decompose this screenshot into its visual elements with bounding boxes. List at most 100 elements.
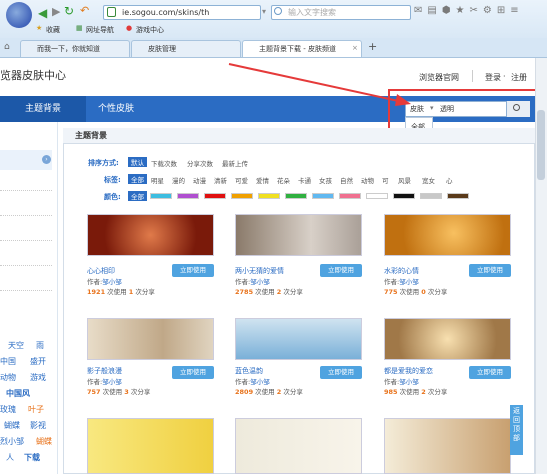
theme-thumbnail[interactable] <box>235 418 362 474</box>
theme-thumbnail[interactable] <box>384 318 511 360</box>
dropdown-arrow-icon[interactable]: ▾ <box>262 7 266 16</box>
color-swatch[interactable] <box>285 193 307 199</box>
theme-thumbnail[interactable] <box>87 214 214 256</box>
new-tab-button[interactable]: + <box>368 40 377 53</box>
tag-link-movie[interactable]: 影视 <box>30 420 46 431</box>
tag-fresh[interactable]: 清新 <box>214 175 227 185</box>
close-icon[interactable]: × <box>352 44 358 52</box>
register-link[interactable]: 注册 <box>511 72 527 83</box>
tag-link-china[interactable]: 中国 <box>0 356 16 367</box>
sort-downloads[interactable]: 下载次数 <box>151 158 177 168</box>
author-link[interactable]: 邹小邹 <box>250 378 270 386</box>
tab-skin-manage[interactable]: 皮肤管理 <box>131 40 241 57</box>
login-link[interactable]: 登录 <box>485 72 501 83</box>
tag-love[interactable]: 爱情 <box>256 175 269 185</box>
theme-name[interactable]: 都是爱我的爱恋 <box>384 366 433 376</box>
author-link[interactable]: 邹小邹 <box>102 378 122 386</box>
tag-link-sky[interactable]: 天空 <box>8 340 24 351</box>
tag-animal[interactable]: 动物 <box>361 175 374 185</box>
browser-search-input[interactable]: 输入文字搜索 <box>271 5 411 20</box>
forward-icon[interactable]: ▶ <box>52 5 60 18</box>
use-theme-button[interactable]: 立即使用 <box>320 264 362 277</box>
tag-flower[interactable]: 花朵 <box>277 175 290 185</box>
theme-name[interactable]: 蓝色温韵 <box>235 366 263 376</box>
color-swatch[interactable] <box>312 193 334 199</box>
theme-name[interactable]: 心心相印 <box>87 266 115 276</box>
tag-link-person[interactable]: 人 <box>6 452 14 463</box>
bookmark-favorites[interactable]: 收藏 <box>46 25 60 35</box>
color-swatch[interactable] <box>231 193 253 199</box>
color-swatch[interactable] <box>447 193 469 199</box>
sort-latest[interactable]: 最新上传 <box>222 158 248 168</box>
use-theme-button[interactable]: 立即使用 <box>469 366 511 379</box>
tag-nature[interactable]: 自然 <box>340 175 353 185</box>
use-theme-button[interactable]: 立即使用 <box>320 366 362 379</box>
tag-heart[interactable]: 心 <box>446 175 453 185</box>
author-link[interactable]: 邹小邹 <box>399 378 419 386</box>
tag-cute[interactable]: 可爱 <box>235 175 248 185</box>
chevron-right-icon[interactable]: › <box>42 155 51 164</box>
theme-name[interactable]: 影子般浪漫 <box>87 366 122 376</box>
tag-cartoon[interactable]: 卡通 <box>298 175 311 185</box>
tag-girl[interactable]: 女孩 <box>319 175 332 185</box>
refresh-icon[interactable]: ↻ <box>64 4 74 18</box>
back-to-top-button[interactable]: 返回顶部 <box>510 405 523 455</box>
tag-link-game[interactable]: 游戏 <box>30 372 46 383</box>
tag-link-rain[interactable]: 雨 <box>36 340 44 351</box>
color-swatch[interactable] <box>150 193 172 199</box>
avatar[interactable] <box>6 2 32 28</box>
nav-personal-skin[interactable]: 个性皮肤 <box>98 96 134 122</box>
tag-link-author[interactable]: 烈小邹 <box>0 436 24 447</box>
color-swatch[interactable] <box>204 193 226 199</box>
color-swatch[interactable] <box>339 193 361 199</box>
undo-icon[interactable]: ↶ <box>80 4 89 17</box>
tag-link-bloom[interactable]: 盛开 <box>30 356 46 367</box>
theme-thumbnail[interactable] <box>235 318 362 360</box>
author-link[interactable]: 邹小邹 <box>399 278 419 286</box>
use-theme-button[interactable]: 立即使用 <box>172 366 214 379</box>
tag-link-rose[interactable]: 玫瑰 <box>0 404 16 415</box>
bookmark-games[interactable]: 游戏中心 <box>136 25 164 35</box>
color-all[interactable]: 全部 <box>128 191 147 201</box>
tag-all[interactable]: 全部 <box>128 174 147 184</box>
sort-default[interactable]: 默认 <box>128 157 147 167</box>
theme-thumbnail[interactable] <box>87 318 214 360</box>
star-icon[interactable]: ★ <box>36 24 42 32</box>
tag-12[interactable]: 可 <box>382 175 389 185</box>
theme-name[interactable]: 水彩的心情 <box>384 266 419 276</box>
color-swatch[interactable] <box>393 193 415 199</box>
tab-baidu[interactable]: 而我一下，你就知道 <box>20 40 130 57</box>
tag-14[interactable]: 宽女 <box>422 175 435 185</box>
tag-link-chinese-style[interactable]: 中国风 <box>6 388 30 399</box>
theme-name[interactable]: 两小无猜的爱情 <box>235 266 284 276</box>
tag-2[interactable]: 漫的 <box>172 175 185 185</box>
theme-thumbnail[interactable] <box>384 214 511 256</box>
official-site-link[interactable]: 浏览器官网 <box>419 72 459 83</box>
theme-thumbnail[interactable] <box>235 214 362 256</box>
author-link[interactable]: 邹小邹 <box>102 278 122 286</box>
tag-link-leaf[interactable]: 叶子 <box>28 404 44 415</box>
tag-link-butterfly-2[interactable]: 蝴蝶 <box>36 436 52 447</box>
use-theme-button[interactable]: 立即使用 <box>172 264 214 277</box>
use-theme-button[interactable]: 立即使用 <box>469 264 511 277</box>
tag-scenery[interactable]: 风景 <box>398 175 411 185</box>
color-swatch[interactable] <box>420 193 442 199</box>
color-swatch[interactable] <box>258 193 280 199</box>
toolbar-extension-icons[interactable]: ✉▤⬢★✂⚙⊞≡ <box>414 5 524 16</box>
nav-theme-bg[interactable]: 主题背景 <box>25 96 61 122</box>
author-link[interactable]: 邹小邹 <box>250 278 270 286</box>
tag-link-butterfly[interactable]: 蝴蝶 <box>4 420 20 431</box>
color-swatch[interactable] <box>177 193 199 199</box>
theme-thumbnail[interactable] <box>87 418 214 474</box>
theme-thumbnail[interactable] <box>384 418 511 474</box>
address-bar[interactable]: ie.sogou.com/skins/th <box>103 5 261 20</box>
bookmark-nav[interactable]: 网址导航 <box>86 25 114 35</box>
color-swatch[interactable] <box>366 193 388 199</box>
sort-shares[interactable]: 分享次数 <box>187 158 213 168</box>
tag-anime[interactable]: 动漫 <box>193 175 206 185</box>
scrollbar-thumb[interactable] <box>537 110 545 180</box>
tab-theme-download[interactable]: 主题背景下载 - 皮肤频道 <box>242 40 362 57</box>
back-icon[interactable]: ◀ <box>38 6 47 20</box>
home-icon[interactable]: ⌂ <box>4 42 10 52</box>
tag-link-animal[interactable]: 动物 <box>0 372 16 383</box>
